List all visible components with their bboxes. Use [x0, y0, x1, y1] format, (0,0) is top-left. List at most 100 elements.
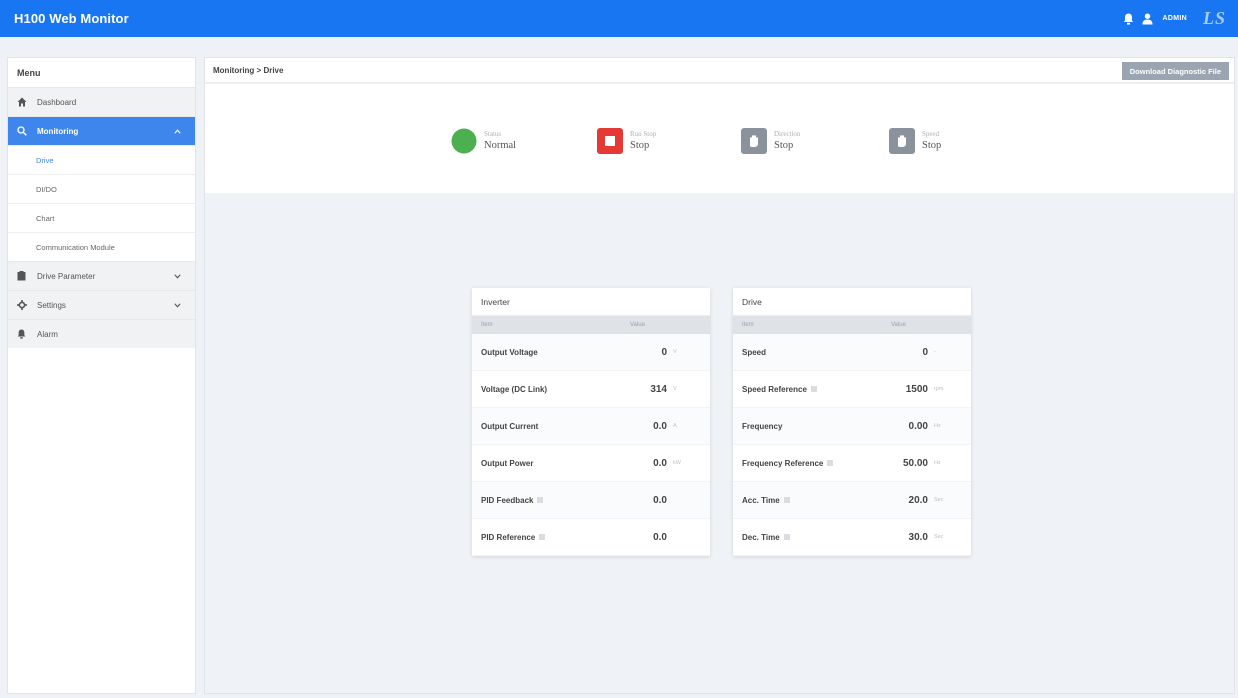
stop-icon [597, 128, 623, 154]
drive-panel-title: Drive [733, 288, 971, 316]
row-value: 0 [661, 346, 667, 358]
ls-logo: LS [1202, 8, 1226, 28]
info-icon[interactable] [827, 460, 834, 466]
status-strip: Status Normal Run Stop Stop Direction St… [205, 84, 1234, 193]
table-row: Frequency Reference 50.00 Hz [733, 445, 971, 482]
row-value: 0 [922, 346, 928, 358]
column-header-value: Value [630, 322, 645, 328]
row-label: Acc. Time [733, 496, 883, 505]
row-value: 0.00 [908, 420, 928, 432]
row-value: 0.0 [653, 420, 667, 432]
top-bar: H100 Web Monitor ADMIN LS [0, 0, 1238, 37]
hand-icon [741, 128, 767, 154]
user-name[interactable]: ADMIN [1163, 15, 1187, 22]
row-unit: Hz [934, 423, 941, 429]
table-row: Acc. Time 20.0 Sec [733, 482, 971, 519]
sidebar-subitem-dido[interactable]: DI/DO [8, 174, 195, 203]
inverter-panel: Inverter Item Value Output Voltage 0 V V… [472, 288, 710, 556]
row-value: 1500 [905, 383, 928, 395]
sidebar-item-dashboard[interactable]: Dashboard [8, 87, 195, 116]
sidebar-subitem-drive[interactable]: Drive [8, 145, 195, 174]
inverter-panel-title: Inverter [472, 288, 710, 316]
row-value: 314 [650, 383, 667, 395]
row-value: 0.0 [653, 457, 667, 469]
row-label: Voltage (DC Link) [481, 384, 548, 394]
user-icon[interactable] [1142, 13, 1153, 25]
sidebar-item-monitoring[interactable]: Monitoring [8, 116, 195, 145]
sidebar-item-alarm[interactable]: Alarm [8, 319, 195, 348]
inverter-table-header: Item Value [472, 316, 710, 334]
row-label: Frequency [742, 421, 783, 431]
chevron-up-icon [174, 127, 181, 136]
table-row: Output Voltage 0 V [472, 334, 710, 371]
info-icon[interactable] [539, 534, 546, 540]
table-row: Voltage (DC Link) 314 V [472, 371, 710, 408]
drive-panel: Drive Item Value Speed 0 - Speed Referen… [733, 288, 971, 556]
sidebar-item-label: Alarm [37, 329, 58, 339]
row-unit: - [934, 349, 936, 355]
search-icon [17, 126, 31, 136]
status-card-status: Status Normal [451, 128, 516, 154]
info-icon[interactable] [783, 497, 790, 503]
drive-rows: Speed 0 - Speed Reference 1500 rpm Frequ… [733, 334, 971, 556]
column-header-item: Item [742, 322, 754, 328]
table-row: Dec. Time 30.0 Sec [733, 519, 971, 556]
chevron-down-icon [174, 301, 181, 310]
speed-label: Speed [922, 130, 940, 138]
table-row: Output Power 0.0 kW [472, 445, 710, 482]
row-label: Speed Reference [733, 385, 883, 394]
sidebar-subitem-communication-module[interactable]: Communication Module [8, 232, 195, 261]
table-row: PID Feedback 0.0 [472, 482, 710, 519]
row-unit: A [673, 423, 677, 429]
hand-icon [889, 128, 915, 154]
sidebar-item-drive-parameter[interactable]: Drive Parameter [8, 261, 195, 290]
bell-icon[interactable] [1123, 13, 1134, 25]
row-unit: rpm [934, 386, 944, 392]
home-icon [17, 97, 31, 107]
row-label: Speed [742, 347, 767, 357]
status-label: Status [484, 130, 502, 138]
info-icon[interactable] [783, 534, 790, 540]
sidebar-subitem-chart[interactable]: Chart [8, 203, 195, 232]
chevron-down-icon [174, 272, 181, 281]
row-value: 0.0 [653, 494, 667, 506]
sidebar-item-settings[interactable]: Settings [8, 290, 195, 319]
row-value: 20.0 [908, 494, 928, 506]
row-value: 0.0 [653, 531, 667, 543]
download-diagnostic-file-button[interactable]: Download Diagnostic File [1121, 62, 1229, 80]
app-title: H100 Web Monitor [14, 11, 129, 26]
status-value: Normal [484, 140, 517, 151]
breadcrumb: Monitoring > Drive [213, 65, 284, 75]
row-value: 30.0 [908, 531, 928, 543]
row-unit: V [673, 349, 677, 355]
row-unit: Sec [934, 497, 944, 503]
row-label: PID Reference [472, 533, 622, 542]
row-unit: kW [673, 460, 681, 466]
run-stop-label: Run Stop [630, 130, 657, 138]
inverter-rows: Output Voltage 0 V Voltage (DC Link) 314… [472, 334, 710, 556]
info-icon[interactable] [537, 497, 544, 503]
info-icon[interactable] [810, 386, 817, 392]
table-row: Frequency 0.00 Hz [733, 408, 971, 445]
table-row: Output Current 0.0 A [472, 408, 710, 445]
row-unit: V [673, 386, 677, 392]
sidebar-item-label: Dashboard [37, 97, 77, 107]
row-label: Dec. Time [733, 533, 883, 542]
gear-icon [17, 300, 31, 310]
sidebar: Menu Dashboard Monitoring Drive DI/DO Ch… [7, 57, 196, 694]
row-label: PID Feedback [472, 496, 622, 505]
menu-header: Menu [17, 67, 41, 78]
table-row: PID Reference 0.0 [472, 519, 710, 556]
row-label: Output Current [481, 421, 539, 431]
row-unit: Hz [934, 460, 941, 466]
row-label: Output Power [481, 458, 534, 468]
top-right-controls: ADMIN LS [1123, 0, 1226, 37]
run-stop-value: Stop [630, 140, 650, 151]
breadcrumb-bar: Monitoring > Drive Download Diagnostic F… [205, 58, 1234, 83]
status-card-run-stop: Run Stop Stop [597, 128, 656, 154]
status-card-direction: Direction Stop [741, 128, 800, 154]
table-row: Speed Reference 1500 rpm [733, 371, 971, 408]
status-circle-icon [451, 128, 477, 154]
row-label: Output Voltage [481, 347, 538, 357]
clipboard-icon [17, 271, 31, 281]
